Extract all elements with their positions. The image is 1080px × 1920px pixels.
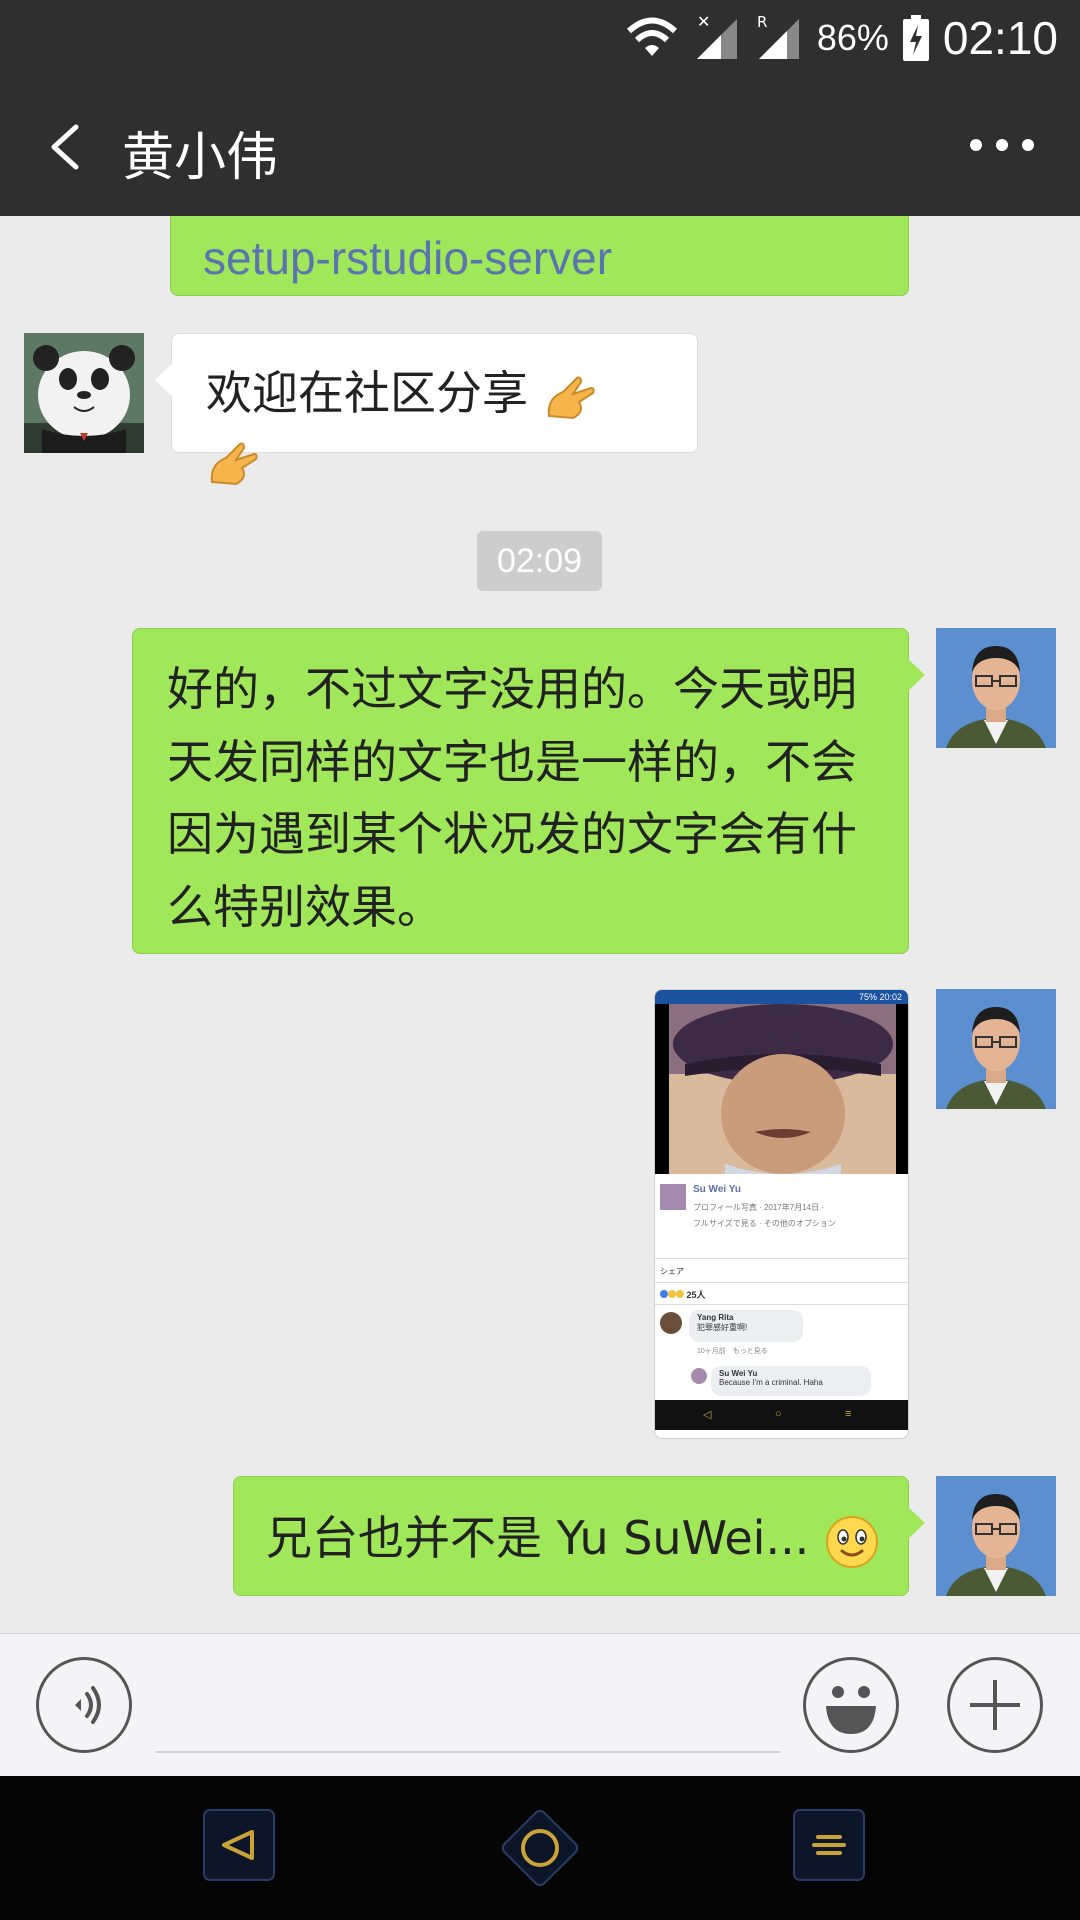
image-statusbar: 75% 20:02 <box>655 990 908 1004</box>
comment-box: Yang Rita 犯罪感好重啊! <box>689 1310 803 1342</box>
chat-area[interactable]: setup-rstudio-server 欢迎在社区分享 02:09 好的，不过… <box>0 216 1080 1633</box>
chevron-left-icon[interactable] <box>30 105 110 185</box>
plus-icon <box>970 1680 1020 1730</box>
nav-home-icon[interactable] <box>490 1798 590 1898</box>
user-avatar-icon <box>936 989 1056 1109</box>
timestamp-label: 02:09 <box>477 531 602 591</box>
post-info: Su Wei Yu プロフィール写真 · 2017年7月14日 · フルサイズで… <box>655 1178 908 1430</box>
system-navigation-bar <box>0 1776 1080 1920</box>
reply-box: Su Wei Yu Because I'm a criminal. Haha <box>711 1366 871 1396</box>
ok-hand-emoji-icon <box>210 442 258 486</box>
status-bar: ✕ R 86% 02:10 <box>0 0 1080 75</box>
svg-text:R: R <box>757 13 767 31</box>
message-bubble[interactable]: 好的，不过文字没用的。今天或明天发同样的文字也是一样的，不会因为遇到某个状况发的… <box>132 628 925 954</box>
message-bubble[interactable]: 欢迎在社区分享 <box>155 333 698 486</box>
battery-charging-icon <box>902 15 929 61</box>
battery-percent: 86% <box>816 17 889 58</box>
nav-menu-icon[interactable] <box>792 1808 866 1882</box>
avatar[interactable] <box>24 333 144 453</box>
reaction-count: 25人 <box>660 1288 706 1301</box>
input-bar <box>0 1633 1080 1776</box>
comment-meta: 10ヶ月前 もっと見る <box>697 1348 768 1355</box>
avatar[interactable] <box>936 628 1056 748</box>
image-message[interactable]: 75% 20:02 Su Wei Yu プロフィール写真 · 2017年7月14… <box>654 989 909 1439</box>
emoji-button[interactable] <box>803 1657 899 1753</box>
ok-hand-emoji-icon <box>547 376 595 419</box>
plus-button[interactable] <box>947 1657 1043 1753</box>
smiling-face-emoji-icon <box>825 1515 878 1568</box>
chat-header: 黄小伟 <box>0 75 1080 216</box>
smiley-icon <box>826 1686 876 1734</box>
page-title: 黄小伟 <box>122 128 279 188</box>
post-author: Su Wei Yu <box>693 1184 741 1195</box>
message-bubble[interactable]: 兄台也并不是 Yu SuWei... <box>233 1476 925 1596</box>
voice-icon <box>75 1686 101 1724</box>
avatar[interactable] <box>936 989 1056 1109</box>
post-caption: プロフィール写真 · 2017年7月14日 · <box>693 1203 824 1212</box>
avatar[interactable] <box>936 1476 1056 1596</box>
user-avatar-icon <box>936 1476 1056 1596</box>
status-icons: ✕ R 86% 02:10 <box>625 8 1058 68</box>
share-label: シェア <box>660 1267 684 1276</box>
wifi-icon <box>626 17 677 56</box>
message-text: 兄台也并不是 Yu SuWei... <box>266 1511 810 1565</box>
signal-2-icon: R <box>757 13 799 59</box>
signal-1-icon: ✕ <box>696 13 737 59</box>
message-bubble[interactable]: setup-rstudio-server <box>170 216 909 296</box>
message-text: 好的，不过文字没用的。今天或明天发同样的文字也是一样的，不会因为遇到某个状况发的… <box>167 662 857 935</box>
more-dots-icon[interactable] <box>970 130 1040 160</box>
svg-text:✕: ✕ <box>697 13 710 31</box>
post-options: フルサイズで見る · その他のオプション <box>693 1219 836 1228</box>
clock: 02:10 <box>942 12 1058 64</box>
user-avatar-icon <box>936 628 1056 748</box>
message-link-text[interactable]: setup-rstudio-server <box>203 232 612 284</box>
voice-button[interactable] <box>36 1657 132 1753</box>
panda-avatar-icon <box>24 333 144 453</box>
image-navbar: ◁ ○ ≡ <box>655 1400 908 1430</box>
message-text: 欢迎在社区分享 <box>206 366 528 420</box>
nav-back-icon[interactable] <box>202 1808 276 1882</box>
message-input[interactable] <box>156 1751 780 1753</box>
profile-photo-image <box>655 1004 908 1174</box>
